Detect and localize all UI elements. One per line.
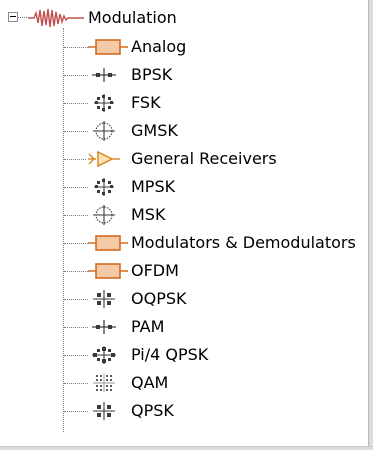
tree-connector: [64, 243, 88, 244]
tree-node-oqpsk[interactable]: OQPSK: [0, 285, 373, 313]
pi4-qpsk-constellation-icon: [88, 345, 116, 365]
tree-connector: [64, 187, 88, 188]
modulation-waveform-icon: [28, 7, 84, 29]
tree-node-label: OFDM: [131, 261, 179, 280]
tree-node-ofdm[interactable]: OFDM: [0, 257, 373, 285]
panel-border-right: [368, 0, 373, 450]
tree-node-qam[interactable]: QAM: [0, 369, 373, 397]
tree-node-label: OQPSK: [131, 289, 187, 308]
tree-connector: [64, 299, 88, 300]
gmsk-constellation-icon: [88, 121, 116, 141]
tree-connector: [64, 327, 88, 328]
tree-connector: [64, 47, 88, 48]
tree-node-gmsk[interactable]: GMSK: [0, 117, 373, 145]
library-block-icon: [88, 233, 128, 253]
oqpsk-constellation-icon: [88, 289, 116, 309]
tree-connector: [18, 17, 27, 18]
tree-node-pam[interactable]: PAM: [0, 313, 373, 341]
tree-node-analog[interactable]: Analog: [0, 33, 373, 61]
tree-node-label: QPSK: [131, 401, 174, 420]
tree-connector: [64, 215, 88, 216]
tree-connector: [64, 411, 88, 412]
tree-node-msk[interactable]: MSK: [0, 201, 373, 229]
tree-node-pi4-qpsk[interactable]: Pi/4 QPSK: [0, 341, 373, 369]
tree-node-label: GMSK: [131, 121, 178, 140]
tree-connector: [64, 159, 86, 160]
library-block-icon: [88, 261, 128, 281]
panel-border-bottom: [0, 446, 373, 450]
tree-connector: [64, 383, 88, 384]
tree-node-label: Analog: [131, 37, 187, 56]
modulation-tree: Modulation Analog BPSK FSK GMSK General …: [0, 0, 373, 450]
tree-connector: [64, 103, 88, 104]
bpsk-constellation-icon: [88, 65, 116, 85]
pam-constellation-icon: [88, 317, 116, 337]
tree-node-label: QAM: [131, 373, 169, 392]
tree-node-label: Pi/4 QPSK: [131, 345, 209, 364]
tree-connector: [64, 131, 88, 132]
collapse-toggle-icon[interactable]: [8, 12, 18, 22]
tree-node-qpsk[interactable]: QPSK: [0, 397, 373, 425]
tree-node-label: General Receivers: [131, 149, 277, 168]
tree-connector: [64, 75, 88, 76]
fsk-constellation-icon: [88, 93, 116, 113]
tree-node-fsk[interactable]: FSK: [0, 89, 373, 117]
tree-node-label: MSK: [131, 205, 166, 224]
tree-node-mpsk[interactable]: MPSK: [0, 173, 373, 201]
tree-node-label: Modulators & Demodulators: [131, 233, 356, 252]
tree-node-label: FSK: [131, 93, 161, 112]
tree-node-modulation[interactable]: Modulation: [0, 4, 373, 32]
tree-node-label: PAM: [131, 317, 165, 336]
tree-node-label: BPSK: [131, 65, 173, 84]
qam-constellation-icon: [88, 373, 116, 393]
tree-connector: [64, 271, 88, 272]
tree-node-bpsk[interactable]: BPSK: [0, 61, 373, 89]
receiver-triangle-icon: [88, 149, 120, 169]
tree-node-modulators-demodulators[interactable]: Modulators & Demodulators: [0, 229, 373, 257]
tree-connector: [64, 355, 88, 356]
msk-constellation-icon: [88, 205, 116, 225]
tree-node-label: MPSK: [131, 177, 176, 196]
qpsk-constellation-icon: [88, 401, 116, 421]
library-block-icon: [88, 37, 128, 57]
tree-node-label: Modulation: [88, 8, 177, 27]
tree-node-general-receivers[interactable]: General Receivers: [0, 145, 373, 173]
mpsk-constellation-icon: [88, 177, 116, 197]
